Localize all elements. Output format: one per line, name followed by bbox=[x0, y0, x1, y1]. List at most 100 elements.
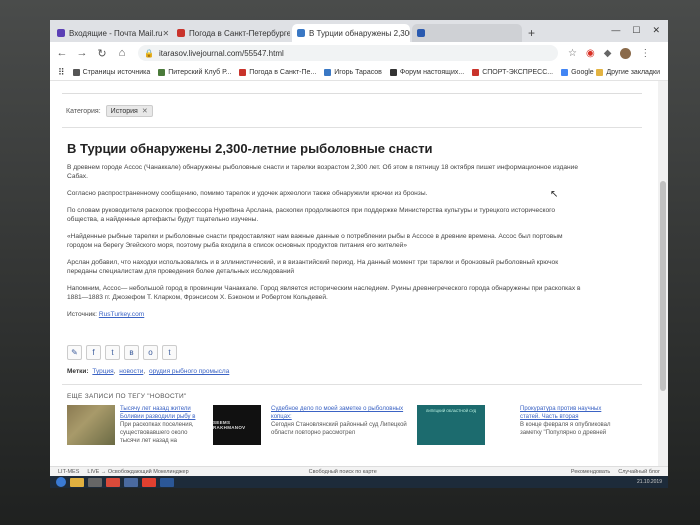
bookmark-icon bbox=[472, 68, 480, 76]
article-paragraph: Согласно распространенному сообщению, по… bbox=[67, 190, 428, 197]
related-post[interactable]: ЛИПЕЦКИЙ ОБЛАСТНОЙ СУД bbox=[417, 405, 489, 445]
tab-article[interactable]: В Турции обнаружены 2,300-летн ✕ bbox=[292, 24, 410, 42]
scrollbar[interactable] bbox=[658, 81, 668, 466]
close-icon[interactable]: ✕ bbox=[162, 29, 169, 38]
bookmark-label: Страницы источника bbox=[82, 68, 151, 76]
avatar[interactable] bbox=[620, 47, 632, 59]
lock-icon: 🔒 bbox=[144, 48, 154, 58]
recommend-button[interactable]: Рекомендовать bbox=[571, 469, 610, 475]
close-icon[interactable]: ✕ bbox=[142, 108, 148, 115]
related-post[interactable]: Тысячу лет назад жители Боливии разводил… bbox=[67, 405, 207, 445]
related-excerpt: Сегодня Становлянский районный суд Липец… bbox=[271, 422, 407, 436]
new-tab-button[interactable]: + bbox=[528, 26, 535, 40]
related-posts: Тысячу лет назад жители Боливии разводил… bbox=[67, 405, 615, 445]
article-paragraph: Арслан добавил, что находки использовали… bbox=[67, 259, 559, 275]
minimize-icon[interactable]: — bbox=[611, 25, 620, 36]
related-title[interactable]: Прокуратура против научных статей. Часть… bbox=[520, 405, 615, 421]
livejournal-share-icon[interactable]: ✎ bbox=[67, 345, 82, 360]
screen: Входящие - Почта Mail.ru ✕ Погода в Санк… bbox=[50, 20, 668, 488]
bookmark-icon bbox=[239, 68, 247, 76]
tag-link[interactable]: Турция bbox=[92, 368, 113, 375]
twitter-icon[interactable]: t bbox=[105, 345, 120, 360]
puzzle-icon[interactable]: ◆ bbox=[604, 48, 612, 59]
bookmark-item[interactable]: Google bbox=[561, 68, 594, 76]
bottom-left-text[interactable]: LIT-MES bbox=[58, 469, 79, 475]
toolbar-icons: ☆ ◉ ◆ ⋮ bbox=[568, 47, 650, 59]
related-thumbnail[interactable] bbox=[67, 405, 115, 445]
related-title[interactable]: Тысячу лет назад жители Боливии разводил… bbox=[120, 405, 207, 421]
bottom-middle-text[interactable]: LIVE → Освобождающий Мокелинджер bbox=[87, 469, 188, 475]
tab-label: Входящие - Почта Mail.ru bbox=[69, 28, 163, 38]
folder-icon bbox=[596, 68, 604, 76]
yandex-icon[interactable] bbox=[142, 477, 156, 487]
related-post[interactable]: Судебное дело по моей заметке о рыболовн… bbox=[271, 405, 411, 445]
chrome-icon[interactable] bbox=[106, 477, 120, 487]
bookmark-label: Погода в Санкт-Пе... bbox=[249, 68, 317, 76]
related-excerpt: При раскопках поселения, существовавшего… bbox=[120, 422, 194, 444]
related-post[interactable]: Прокуратура против научных статей. Часть… bbox=[495, 405, 615, 445]
bookmark-item[interactable]: Страницы источника bbox=[72, 68, 151, 76]
facebook-icon[interactable]: f bbox=[86, 345, 101, 360]
bookmark-icon bbox=[389, 68, 397, 76]
tab-strip: Входящие - Почта Mail.ru ✕ Погода в Санк… bbox=[50, 20, 668, 42]
other-bookmarks[interactable]: Другие закладки bbox=[596, 68, 660, 76]
related-post[interactable]: SEEMS RAKHMANOV bbox=[213, 405, 265, 445]
reload-icon[interactable]: ↻ bbox=[94, 47, 110, 60]
menu-icon[interactable]: ⋮ bbox=[640, 48, 650, 59]
bookmark-icon bbox=[158, 68, 166, 76]
maximize-icon[interactable]: ☐ bbox=[632, 25, 640, 36]
category-chip[interactable]: История ✕ bbox=[105, 105, 153, 117]
tab-weather[interactable]: Погода в Санкт-Петербурге - пр ✕ bbox=[172, 24, 290, 42]
scrollbar-thumb[interactable] bbox=[660, 181, 666, 391]
url-text: itarasov.livejournal.com/55547.html bbox=[158, 48, 284, 58]
bookmark-item[interactable]: Форум настоящих... bbox=[389, 68, 464, 76]
blurred-tab-icon bbox=[417, 29, 425, 37]
bookmark-label: Питерский Клуб Р... bbox=[168, 68, 232, 76]
media-icon[interactable] bbox=[88, 477, 102, 487]
tab-mail[interactable]: Входящие - Почта Mail.ru ✕ bbox=[52, 24, 170, 42]
address-bar[interactable]: 🔒 itarasov.livejournal.com/55547.html bbox=[138, 45, 558, 61]
related-thumbnail[interactable]: SEEMS RAKHMANOV bbox=[213, 405, 261, 445]
apps-icon[interactable]: ⠿ bbox=[58, 67, 65, 78]
tab-blurred[interactable] bbox=[412, 24, 522, 42]
random-blog-button[interactable]: Случайный блог bbox=[618, 469, 660, 475]
related-heading: ЕЩЕ ЗАПИСИ ПО ТЕГУ "НОВОСТИ" bbox=[67, 393, 187, 400]
vk-icon[interactable]: в bbox=[124, 345, 139, 360]
related-thumbnail[interactable] bbox=[495, 405, 515, 445]
share-buttons: ✎ f t в о t bbox=[67, 345, 177, 360]
divider bbox=[62, 93, 642, 94]
bookmark-item[interactable]: Игорь Тарасов bbox=[324, 68, 382, 76]
bookmark-item[interactable]: СПОРТ-ЭКСПРЕСС... bbox=[472, 68, 553, 76]
weather-icon bbox=[177, 29, 185, 37]
extension-icon[interactable]: ◉ bbox=[586, 48, 595, 59]
tag-link[interactable]: новости bbox=[119, 368, 143, 375]
livejournal-icon bbox=[297, 29, 305, 37]
page-title: В Турции обнаружены 2,300-летние рыболов… bbox=[67, 141, 433, 156]
related-text: Прокуратура против научных статей. Часть… bbox=[520, 405, 615, 445]
odnoklassniki-icon[interactable]: о bbox=[143, 345, 158, 360]
back-icon[interactable]: ← bbox=[54, 47, 70, 59]
bookmark-icon bbox=[72, 68, 80, 76]
start-button[interactable] bbox=[56, 477, 66, 487]
close-window-icon[interactable]: ✕ bbox=[652, 25, 660, 36]
related-thumbnail[interactable]: ЛИПЕЦКИЙ ОБЛАСТНОЙ СУД bbox=[417, 405, 485, 445]
related-title[interactable]: Судебное дело по моей заметке о рыболовн… bbox=[271, 405, 411, 421]
explorer-icon[interactable] bbox=[70, 477, 84, 487]
forward-icon[interactable]: → bbox=[74, 47, 90, 59]
article-paragraph: В древнем городе Ассос (Чанаккале) обнар… bbox=[67, 164, 579, 180]
word-icon[interactable] bbox=[160, 477, 174, 487]
category-label: Категория: bbox=[66, 107, 101, 115]
home-icon[interactable]: ⌂ bbox=[114, 47, 130, 59]
star-icon[interactable]: ☆ bbox=[568, 48, 577, 59]
tag-link[interactable]: орудия рыбного промысла bbox=[149, 368, 229, 375]
window-controls: — ☐ ✕ bbox=[603, 25, 668, 42]
bookmark-item[interactable]: Погода в Санкт-Пе... bbox=[239, 68, 317, 76]
bottom-middle-text-2[interactable]: Свободный поиск по карте bbox=[309, 469, 377, 475]
source-link[interactable]: RusTurkey.com bbox=[99, 311, 144, 318]
app-icon[interactable] bbox=[124, 477, 138, 487]
bookmark-label: Игорь Тарасов bbox=[334, 68, 382, 76]
tumblr-icon[interactable]: t bbox=[162, 345, 177, 360]
category-row: Категория: История ✕ bbox=[66, 105, 153, 117]
bookmark-item[interactable]: Питерский Клуб Р... bbox=[158, 68, 232, 76]
thumbnail-text: SEEMS RAKHMANOV bbox=[213, 420, 246, 430]
